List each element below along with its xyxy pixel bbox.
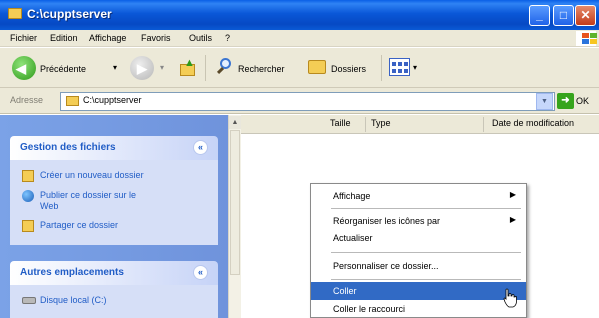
close-button[interactable]: ✕ [575, 5, 596, 26]
back-arrow-icon[interactable]: ◀ [12, 56, 36, 80]
folders-button-label[interactable]: Dossiers [331, 64, 366, 74]
back-button-label[interactable]: Précédente [40, 64, 86, 74]
ctx-item-refresh[interactable]: Actualiser [311, 229, 526, 247]
window-title: C:\cupptserver [27, 7, 112, 21]
menu-separator [331, 252, 521, 253]
maximize-button[interactable]: □ [553, 5, 574, 26]
folders-icon[interactable] [308, 60, 326, 74]
submenu-arrow-icon: ▶ [509, 215, 516, 224]
globe-icon [22, 190, 34, 202]
column-size[interactable]: Taille [330, 118, 351, 128]
column-divider[interactable] [483, 117, 484, 132]
go-button-label[interactable]: OK [576, 96, 589, 106]
menu-fichier[interactable]: Fichier [10, 33, 37, 43]
file-tasks-panel: Créer un nouveau dossier Publier ce doss… [10, 160, 218, 245]
place-local-disk[interactable]: Disque local (C:) [40, 295, 107, 306]
toolbar [0, 48, 599, 88]
column-date-modified[interactable]: Date de modification [492, 118, 574, 128]
other-places-header[interactable]: Autres emplacements « [10, 261, 218, 285]
collapse-chevron-icon[interactable]: « [193, 140, 208, 155]
go-arrow-icon[interactable]: ➜ [557, 93, 574, 109]
other-places-panel: Disque local (C:) [10, 285, 218, 318]
ctx-item-paste[interactable]: Coller [311, 282, 526, 300]
address-label: Adresse [10, 95, 44, 105]
other-places-title: Autres emplacements [20, 267, 124, 278]
task-publish-web[interactable]: Publier ce dossier sur le Web [40, 190, 136, 212]
collapse-chevron-icon[interactable]: « [193, 265, 208, 280]
ctx-item-customize-folder[interactable]: Personnaliser ce dossier... [311, 257, 526, 275]
minimize-button[interactable]: _ [529, 5, 550, 26]
menu-separator [331, 208, 521, 209]
ctx-item-paste-shortcut[interactable]: Coller le raccourci [311, 300, 526, 318]
menu-separator [331, 279, 521, 280]
file-tasks-title: Gestion des fichiers [20, 142, 116, 153]
windows-logo-icon [576, 31, 597, 46]
drive-icon [22, 297, 36, 304]
ctx-item-arrange-icons[interactable]: Réorganiser les icônes par ▶ [311, 212, 526, 230]
task-new-folder[interactable]: Créer un nouveau dossier [40, 170, 144, 181]
folder-icon [66, 96, 79, 106]
column-type[interactable]: Type [371, 118, 391, 128]
menu-help[interactable]: ? [225, 33, 230, 43]
scrollbar-thumb[interactable] [230, 130, 240, 275]
folder-up-icon[interactable]: ▲ [180, 57, 196, 77]
menu-outils[interactable]: Outils [189, 33, 212, 43]
address-dropdown-icon[interactable]: ▼ [536, 93, 553, 110]
forward-dropdown-chevron-icon[interactable]: ▾ [160, 63, 164, 72]
folder-icon [8, 8, 22, 19]
forward-arrow-icon[interactable]: ▶ [130, 56, 154, 80]
submenu-arrow-icon: ▶ [509, 190, 516, 199]
address-value[interactable]: C:\cupptserver [83, 95, 142, 105]
views-icon[interactable] [389, 58, 410, 76]
new-folder-icon [22, 170, 34, 182]
back-dropdown-chevron-icon[interactable]: ▾ [113, 63, 117, 72]
mouse-cursor-icon [503, 288, 517, 308]
ctx-item-affichage[interactable]: Affichage ▶ [311, 187, 526, 205]
menu-affichage[interactable]: Affichage [89, 33, 126, 43]
views-dropdown-chevron-icon[interactable]: ▾ [413, 63, 417, 72]
menu-favoris[interactable]: Favoris [141, 33, 171, 43]
file-tasks-header[interactable]: Gestion des fichiers « [10, 136, 218, 160]
search-button-label[interactable]: Rechercher [238, 64, 285, 74]
column-divider[interactable] [365, 117, 366, 132]
search-icon[interactable] [216, 57, 234, 77]
menu-edition[interactable]: Edition [50, 33, 78, 43]
toolbar-separator [381, 55, 382, 81]
toolbar-separator [205, 55, 206, 81]
scroll-up-arrow-icon[interactable]: ▲ [229, 116, 241, 129]
share-folder-icon [22, 220, 34, 232]
task-share-folder[interactable]: Partager ce dossier [40, 220, 118, 231]
